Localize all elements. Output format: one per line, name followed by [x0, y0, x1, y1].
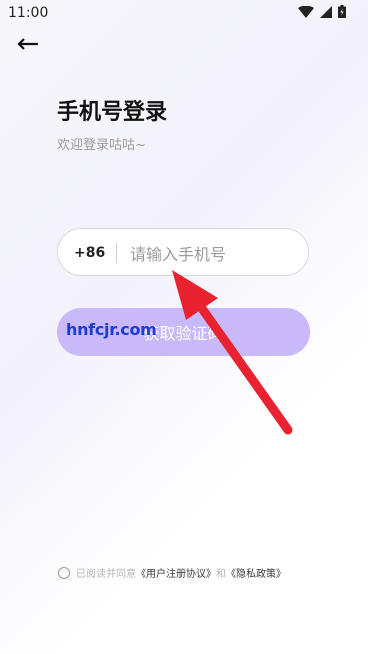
agreement-and: 和	[216, 569, 226, 580]
back-button[interactable]	[16, 32, 44, 56]
status-icons	[298, 5, 346, 18]
signal-icon	[320, 5, 332, 18]
field-divider	[116, 243, 117, 263]
watermark-text: hnfcjr.com	[66, 320, 157, 339]
user-agreement-link[interactable]: 《用户注册协议》	[136, 565, 216, 580]
country-code-selector[interactable]: +86	[74, 245, 105, 261]
status-bar: 11:00	[0, 0, 368, 26]
agreement-row: 已阅读并同意 《用户注册协议》 和 《隐私政策》	[58, 565, 286, 580]
agree-checkbox[interactable]	[58, 566, 70, 579]
agreement-prefix: 已阅读并同意	[76, 569, 136, 580]
privacy-policy-link[interactable]: 《隐私政策》	[226, 565, 286, 580]
status-time: 11:00	[8, 5, 49, 21]
phone-input[interactable]	[128, 239, 302, 269]
page-subtitle: 欢迎登录咕咕~	[57, 138, 146, 153]
back-arrow-icon	[17, 38, 38, 50]
page-title: 手机号登录	[57, 100, 168, 125]
battery-icon	[338, 5, 346, 18]
wifi-icon	[298, 5, 314, 18]
phone-field: +86	[57, 228, 309, 276]
